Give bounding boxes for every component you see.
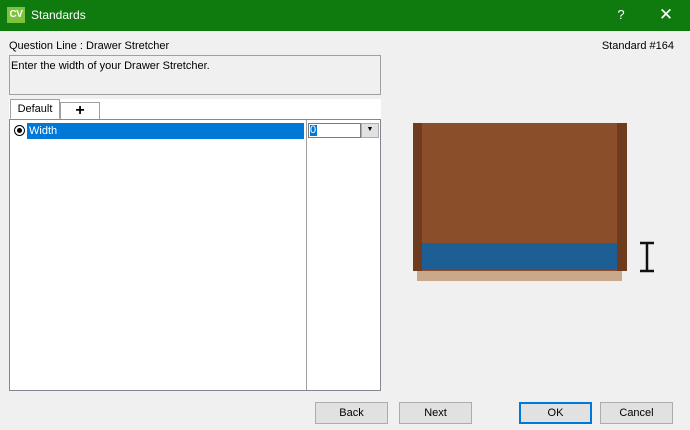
tab-strip: Default + [9, 99, 381, 119]
tab-default[interactable]: Default [10, 99, 60, 119]
cabinet-left-edge [413, 123, 422, 271]
title-bar: CV Standards ? ✕ [0, 0, 690, 31]
i-beam-cursor-icon [640, 241, 654, 273]
close-button[interactable]: ✕ [644, 0, 688, 31]
description-text: Enter the width of your Drawer Stretcher… [11, 60, 210, 72]
dropdown-button[interactable]: ▼ [361, 123, 379, 138]
drawer-stretcher [422, 243, 617, 270]
back-button[interactable]: Back [315, 402, 388, 424]
next-button[interactable]: Next [399, 402, 472, 424]
help-button[interactable]: ? [599, 0, 643, 31]
description-box: Enter the width of your Drawer Stretcher… [9, 55, 381, 95]
width-value-selection: 0 [310, 124, 317, 136]
standard-number: Standard #164 [601, 40, 674, 52]
cabinet-right-edge [617, 123, 627, 271]
question-line-label: Question Line : Drawer Stretcher [9, 40, 170, 52]
row-radio-button[interactable] [14, 125, 25, 136]
radio-selected-dot [17, 128, 22, 133]
column-divider [306, 120, 307, 390]
ok-button[interactable]: OK [519, 402, 592, 424]
property-row-width[interactable]: Width [27, 123, 304, 139]
app-icon: CV [7, 7, 25, 23]
property-grid: Width 0 ▼ [9, 119, 381, 391]
drawer-stretcher-preview [413, 123, 654, 281]
cancel-button[interactable]: Cancel [600, 402, 673, 424]
window-title: Standards [31, 8, 86, 22]
add-tab-button[interactable]: + [60, 102, 100, 119]
